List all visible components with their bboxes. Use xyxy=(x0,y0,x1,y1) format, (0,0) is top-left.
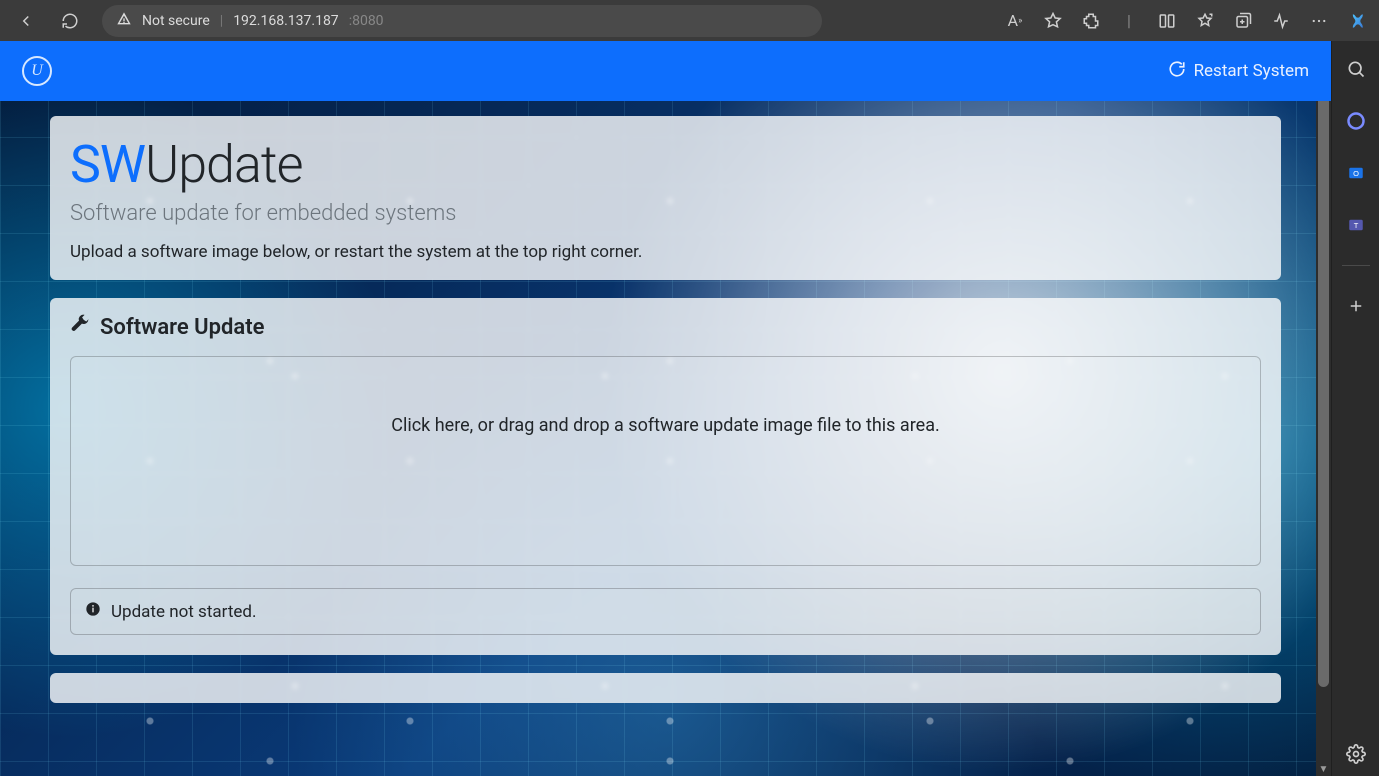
outlook-icon[interactable]: O xyxy=(1344,161,1368,185)
dropzone-text: Click here, or drag and drop a software … xyxy=(391,415,939,436)
not-secure-label: Not secure xyxy=(142,13,210,29)
scroll-down-icon[interactable]: ▼ xyxy=(1316,762,1331,776)
performance-icon[interactable] xyxy=(1271,11,1291,31)
refresh-icon xyxy=(1168,60,1186,83)
back-button[interactable] xyxy=(8,3,44,39)
collections-icon[interactable] xyxy=(1233,11,1253,31)
wrench-icon xyxy=(70,314,90,340)
more-icon[interactable] xyxy=(1309,11,1329,31)
browser-actions: A» | xyxy=(1005,11,1371,31)
search-icon[interactable] xyxy=(1344,57,1368,81)
svg-text:T: T xyxy=(1353,221,1358,230)
brand-logo[interactable]: U xyxy=(22,56,52,86)
hero-panel: SWUpdate Software update for embedded sy… xyxy=(50,116,1281,280)
update-status: Update not started. xyxy=(70,588,1261,635)
hero-title-prefix: SW xyxy=(70,134,145,195)
extensions-icon[interactable] xyxy=(1081,11,1101,31)
app-navbar: U Restart System xyxy=(0,41,1331,101)
refresh-button[interactable] xyxy=(52,3,88,39)
upload-dropzone[interactable]: Click here, or drag and drop a software … xyxy=(70,356,1261,566)
hero-title-rest: Update xyxy=(145,134,302,195)
browser-toolbar: Not secure | 192.168.137.187 :8080 A» | xyxy=(0,0,1379,41)
address-bar[interactable]: Not secure | 192.168.137.187 :8080 xyxy=(102,5,822,37)
url-separator: | xyxy=(220,13,223,29)
messages-panel xyxy=(50,673,1281,703)
update-status-text: Update not started. xyxy=(111,602,256,622)
favorites-icon[interactable] xyxy=(1195,11,1215,31)
software-update-title: Software Update xyxy=(100,315,264,340)
read-aloud-icon[interactable]: A» xyxy=(1005,11,1025,31)
url-port: :8080 xyxy=(349,13,384,29)
copilot-icon[interactable] xyxy=(1347,11,1367,31)
software-update-heading: Software Update xyxy=(70,314,1261,340)
browser-sidebar: O T xyxy=(1331,41,1379,776)
hero-subtitle: Software update for embedded systems xyxy=(70,201,1261,226)
teams-icon[interactable]: T xyxy=(1344,213,1368,237)
office-icon[interactable] xyxy=(1344,109,1368,133)
favorite-icon[interactable] xyxy=(1043,11,1063,31)
url-host: 192.168.137.187 xyxy=(233,13,339,29)
restart-system-button[interactable]: Restart System xyxy=(1168,60,1309,83)
split-screen-icon[interactable] xyxy=(1157,11,1177,31)
not-secure-icon xyxy=(116,11,132,31)
hero-title: SWUpdate xyxy=(70,134,1261,195)
svg-text:O: O xyxy=(1353,169,1359,178)
restart-system-label: Restart System xyxy=(1194,61,1309,81)
settings-icon[interactable] xyxy=(1344,742,1368,766)
add-icon[interactable] xyxy=(1344,294,1368,318)
software-update-panel: Software Update Click here, or drag and … xyxy=(50,298,1281,655)
info-icon xyxy=(85,601,101,622)
sidebar-divider xyxy=(1342,265,1370,266)
hero-description: Upload a software image below, or restar… xyxy=(70,242,1261,262)
divider-icon: | xyxy=(1119,11,1139,31)
